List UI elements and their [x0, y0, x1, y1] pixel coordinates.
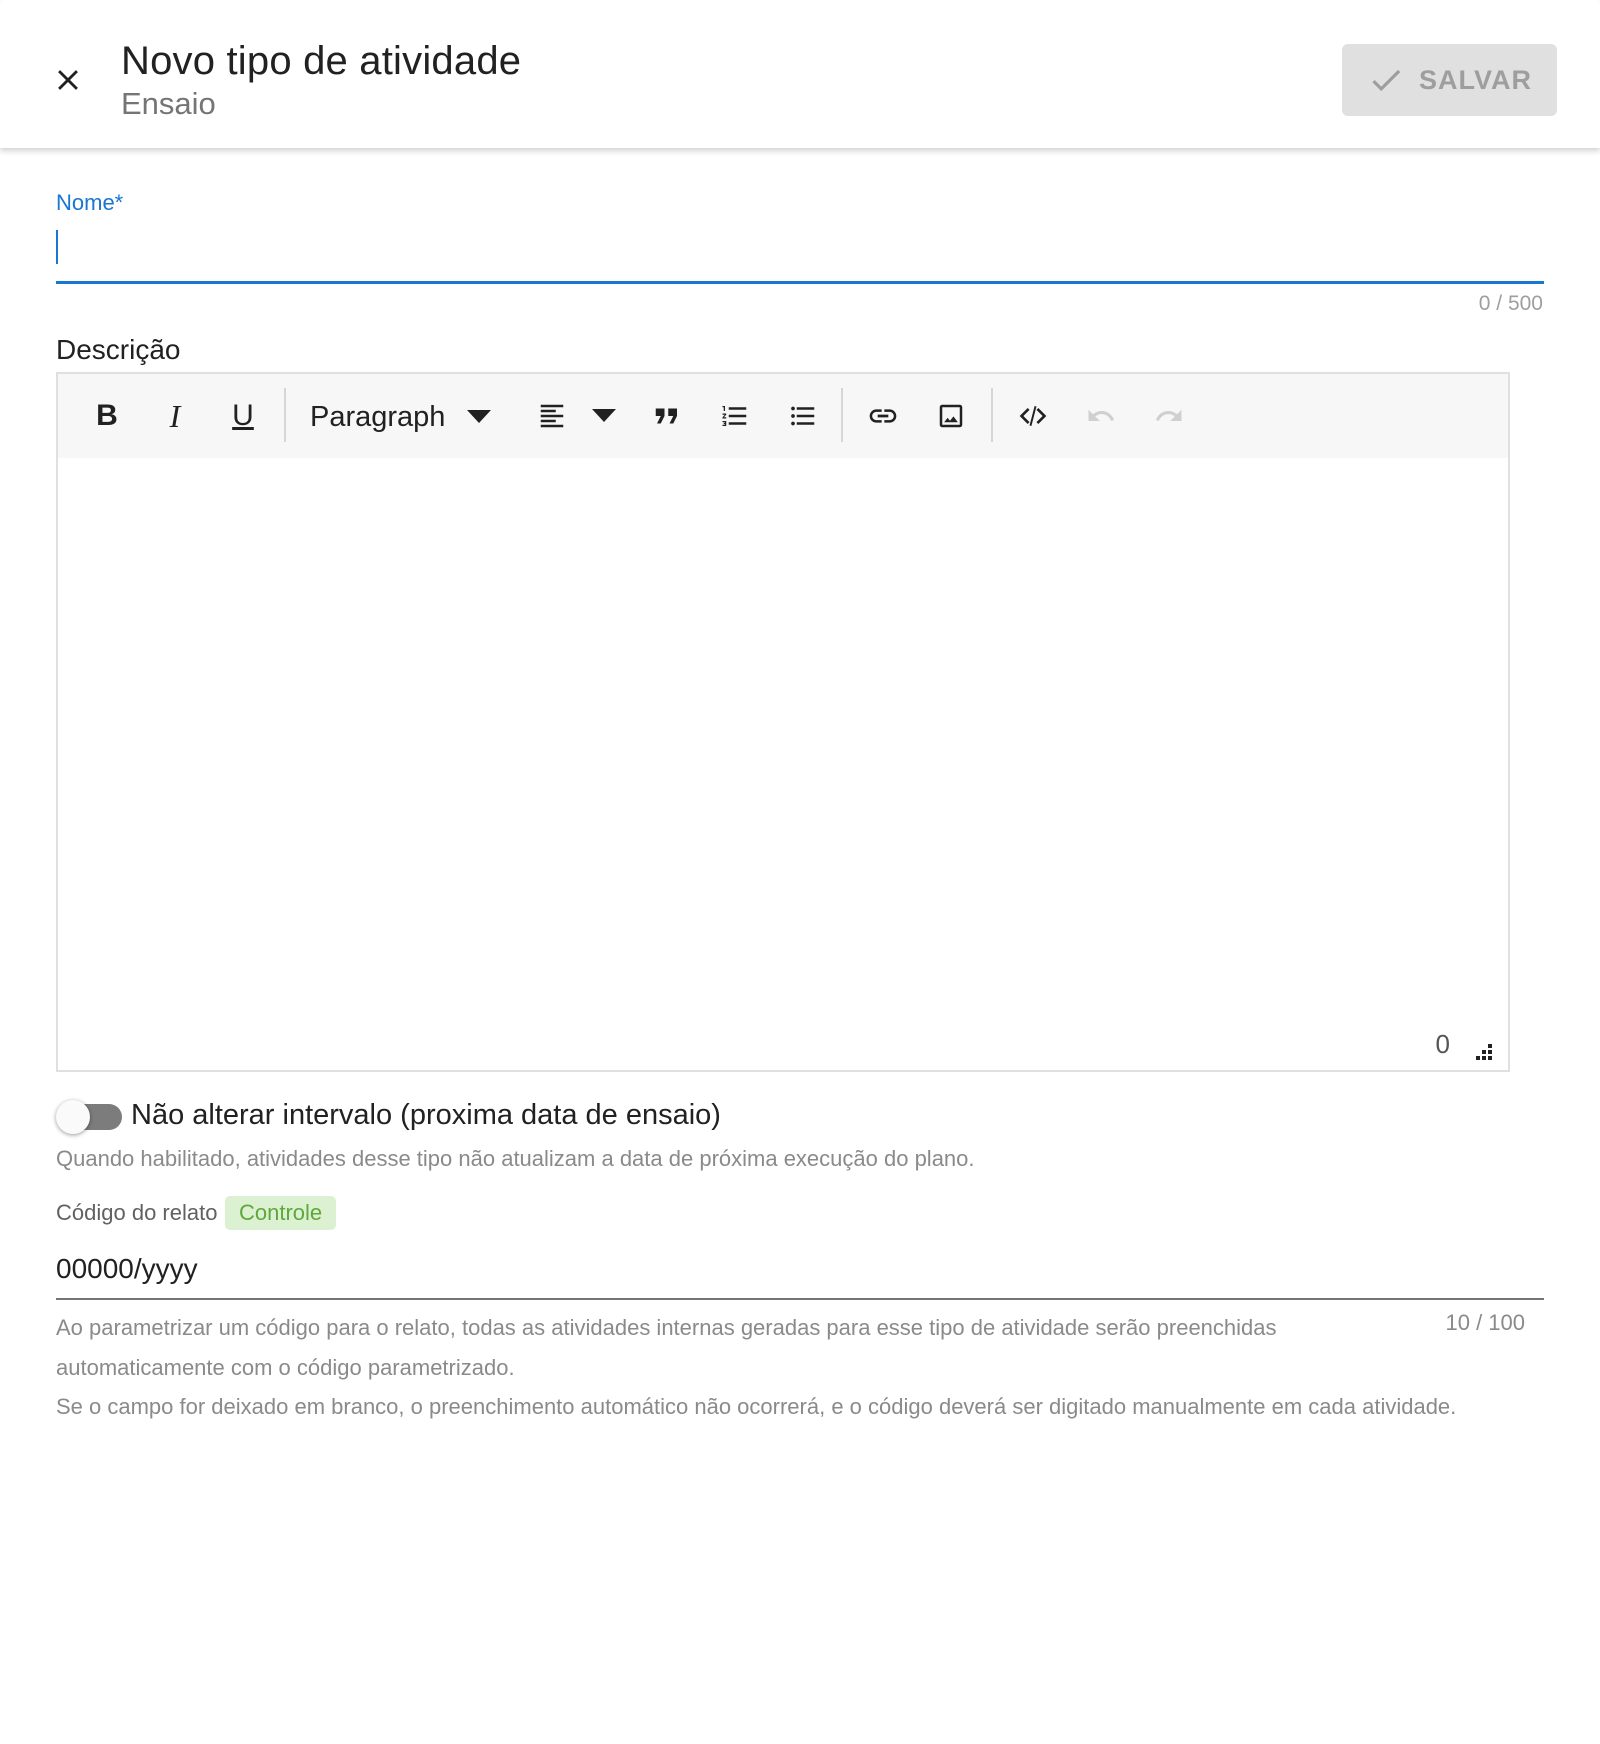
align-left-icon — [540, 404, 564, 428]
image-button[interactable] — [927, 392, 975, 440]
close-icon — [58, 70, 78, 90]
undo-icon — [1088, 409, 1115, 421]
codigo-hint-secondary: Se o campo for deixado em branco, o pree… — [56, 1394, 1457, 1419]
bullet-list-button[interactable] — [779, 392, 827, 440]
quote-icon — [655, 408, 677, 424]
bold-button[interactable]: B — [83, 392, 131, 440]
source-code-button[interactable] — [1009, 392, 1057, 440]
link-button[interactable] — [859, 392, 907, 440]
save-button[interactable]: SALVAR — [1342, 44, 1557, 116]
nome-label: Nome* — [56, 190, 124, 215]
page-title: Novo tipo de atividade — [121, 39, 522, 83]
bullet-list-icon — [791, 406, 815, 426]
toolbar-divider — [284, 388, 286, 442]
close-button[interactable] — [44, 56, 92, 104]
toggle-label: Não alterar intervalo (proxima data de e… — [131, 1099, 721, 1131]
check-icon — [1372, 69, 1401, 92]
dialog-header: Novo tipo de atividade Ensaio SALVAR — [0, 0, 1600, 148]
toolbar-divider — [841, 388, 843, 442]
editor-char-count: 0 — [1435, 1029, 1450, 1059]
codigo-label: Código do relato — [56, 1200, 218, 1225]
code-icon — [1019, 406, 1047, 426]
save-button-label: SALVAR — [1419, 64, 1532, 95]
ordered-list-button[interactable] — [711, 392, 759, 440]
underline-icon: U — [232, 399, 254, 432]
header-titles: Novo tipo de atividade Ensaio — [121, 38, 521, 122]
nome-input[interactable] — [56, 222, 1544, 284]
undo-button[interactable] — [1077, 392, 1125, 440]
underline-button[interactable]: U — [219, 392, 267, 440]
link-icon — [869, 409, 897, 423]
image-icon — [939, 404, 963, 428]
editor-toolbar: B I U Paragraph — [58, 374, 1508, 458]
align-button[interactable] — [528, 392, 576, 440]
caret-down-icon — [592, 409, 616, 422]
toolbar-divider — [991, 388, 993, 442]
codigo-counter: 10 / 100 — [1445, 1310, 1525, 1335]
toggle-thumb — [56, 1100, 90, 1134]
ordered-list-icon — [722, 406, 747, 426]
nao-alterar-intervalo-toggle[interactable] — [56, 1100, 126, 1138]
block-format-label: Paragraph — [310, 400, 446, 433]
nome-counter: 0 / 500 — [1478, 292, 1543, 315]
redo-button[interactable] — [1145, 392, 1193, 440]
descricao-label: Descrição — [56, 334, 181, 365]
codigo-hint: Ao parametrizar um código para o relato,… — [56, 1315, 1277, 1380]
text-caret — [56, 230, 58, 264]
redo-icon — [1155, 409, 1182, 421]
italic-icon: I — [169, 397, 181, 434]
align-dropdown-button[interactable] — [580, 392, 628, 440]
bold-icon: B — [96, 399, 118, 432]
rich-text-editor[interactable]: B I U Paragraph 0 — [56, 372, 1510, 1072]
resize-handle-icon[interactable] — [1470, 1040, 1494, 1064]
caret-down-icon — [467, 410, 492, 423]
italic-button[interactable]: I — [151, 392, 199, 440]
controle-badge: Controle — [225, 1196, 337, 1230]
toggle-hint: Quando habilitado, atividades desse tipo… — [56, 1146, 975, 1171]
block-format-dropdown[interactable]: Paragraph — [310, 396, 492, 438]
codigo-input[interactable] — [56, 1240, 1544, 1300]
page-subtitle: Ensaio — [121, 86, 216, 121]
blockquote-button[interactable] — [643, 392, 691, 440]
